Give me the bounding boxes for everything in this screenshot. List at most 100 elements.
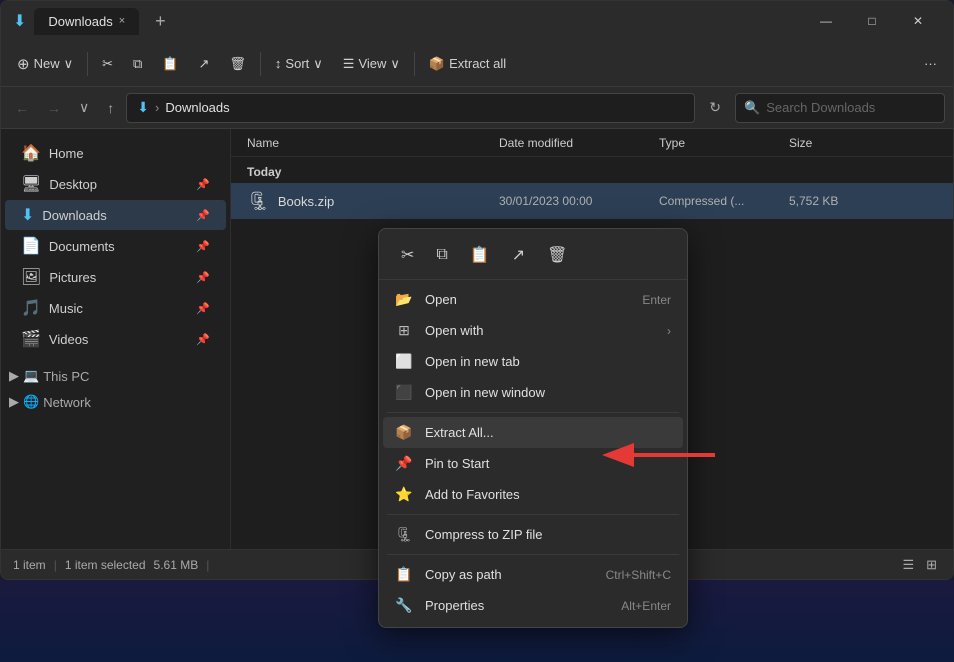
- view-arrow-icon: ∨: [390, 56, 400, 72]
- ctx-properties-icon: 🔧: [395, 597, 413, 614]
- more-options-button[interactable]: ···: [916, 51, 945, 76]
- share-button[interactable]: ↗: [191, 51, 218, 77]
- sidebar-item-videos[interactable]: 🎬 Videos 📌: [5, 324, 226, 354]
- file-date: 30/01/2023 00:00: [499, 194, 659, 208]
- sidebar-group-thispc[interactable]: ▶ 💻 This PC: [1, 363, 230, 389]
- sidebar-group-network[interactable]: ▶ 🌐 Network: [1, 389, 230, 415]
- close-button[interactable]: ✕: [895, 6, 941, 36]
- sort-button[interactable]: ↕ Sort ∨: [267, 51, 331, 77]
- context-menu-toolbar: ✂ ⧉ 📋 ↗ 🗑: [379, 235, 687, 280]
- sidebar-item-desktop[interactable]: 🖥 Desktop 📌: [5, 169, 226, 199]
- ctx-separator-1: [387, 412, 679, 413]
- new-button[interactable]: ⊕ New ∨: [9, 50, 81, 78]
- ctx-share-button[interactable]: ↗: [504, 241, 533, 269]
- view-icon: ☰: [343, 56, 355, 72]
- ctx-copy-button[interactable]: ⧉: [428, 242, 455, 268]
- tiles-view-button[interactable]: ⊞: [922, 555, 941, 575]
- copy-button[interactable]: ⧉: [125, 51, 150, 77]
- details-view-button[interactable]: ☰: [898, 555, 918, 575]
- title-bar: ⬇ Downloads × + — □ ✕: [1, 1, 953, 41]
- ctx-cut-button[interactable]: ✂: [393, 241, 422, 269]
- delete-button[interactable]: 🗑: [221, 51, 254, 77]
- extract-icon: 📦: [429, 56, 445, 72]
- ctx-separator-3: [387, 554, 679, 555]
- col-size-header[interactable]: Size: [789, 136, 869, 150]
- desktop-pin-icon: 📌: [196, 178, 210, 191]
- toolbar-separator-1: [87, 52, 88, 76]
- item-count: 1 item: [13, 558, 46, 572]
- table-row[interactable]: 🗜 Books.zip 30/01/2023 00:00 Compressed …: [231, 183, 953, 219]
- ctx-copy-path-item[interactable]: 📋 Copy as path Ctrl+Shift+C: [379, 559, 687, 590]
- refresh-button[interactable]: ↻: [701, 95, 729, 120]
- ctx-copy-path-label: Copy as path: [425, 567, 502, 582]
- downloads-icon: ⬇: [21, 205, 34, 225]
- col-date-header[interactable]: Date modified: [499, 136, 659, 150]
- ctx-properties-shortcut: Alt+Enter: [621, 599, 671, 613]
- sidebar-item-home[interactable]: 🏠 Home: [5, 138, 226, 168]
- network-label: Network: [43, 395, 91, 410]
- sidebar-item-downloads[interactable]: ⬇ Downloads 📌: [5, 200, 226, 230]
- videos-label: Videos: [49, 332, 89, 347]
- desktop-icon: 🖥: [21, 174, 41, 194]
- share-icon: ↗: [199, 56, 210, 72]
- sort-label: Sort: [285, 56, 309, 71]
- col-type-header[interactable]: Type: [659, 136, 789, 150]
- window-tab[interactable]: Downloads ×: [34, 8, 139, 35]
- ctx-delete-button[interactable]: 🗑: [539, 241, 575, 269]
- ctx-open-with-arrow-icon: ›: [667, 324, 671, 338]
- search-box[interactable]: 🔍 Search Downloads: [735, 93, 945, 123]
- file-type: Compressed (...: [659, 194, 789, 208]
- ctx-open-new-window-item[interactable]: ⬛ Open in new window: [379, 377, 687, 408]
- view-button[interactable]: ☰ View ∨: [335, 51, 408, 77]
- extract-all-button[interactable]: 📦 Extract all: [421, 51, 514, 77]
- path-label: Downloads: [165, 100, 229, 115]
- path-separator: ›: [155, 100, 159, 115]
- search-placeholder: Search Downloads: [766, 100, 875, 115]
- ctx-properties-item[interactable]: 🔧 Properties Alt+Enter: [379, 590, 687, 621]
- ctx-paste-button[interactable]: 📋: [462, 241, 498, 269]
- home-label: Home: [49, 146, 84, 161]
- pictures-icon: 🖼: [21, 267, 41, 287]
- cut-button[interactable]: ✂: [94, 51, 121, 77]
- ctx-open-new-window-label: Open in new window: [425, 385, 545, 400]
- ctx-open-shortcut: Enter: [642, 293, 671, 307]
- col-name-header[interactable]: Name: [239, 136, 499, 150]
- ctx-pin-start-icon: 📌: [395, 455, 413, 472]
- videos-icon: 🎬: [21, 329, 41, 349]
- ctx-copy-path-icon: 📋: [395, 566, 413, 583]
- ctx-compress-item[interactable]: 🗜 Compress to ZIP file: [379, 519, 687, 550]
- ctx-add-favorites-item[interactable]: ⭐ Add to Favorites: [379, 479, 687, 510]
- minimize-button[interactable]: —: [803, 6, 849, 36]
- ctx-open-with-item[interactable]: ⊞ Open with ›: [379, 315, 687, 346]
- sidebar-item-pictures[interactable]: 🖼 Pictures 📌: [5, 262, 226, 292]
- desktop-label: Desktop: [49, 177, 97, 192]
- copy-icon: ⧉: [133, 56, 142, 72]
- sidebar-item-documents[interactable]: 📄 Documents 📌: [5, 231, 226, 261]
- videos-pin-icon: 📌: [196, 333, 210, 346]
- maximize-button[interactable]: □: [849, 6, 895, 36]
- downloads-pin-icon: 📌: [196, 209, 210, 222]
- ctx-open-with-icon: ⊞: [395, 322, 413, 339]
- selected-count: 1 item selected: [65, 558, 146, 572]
- back-button[interactable]: ←: [9, 96, 35, 120]
- ctx-open-new-window-icon: ⬛: [395, 384, 413, 401]
- ctx-open-new-tab-item[interactable]: ⬜ Open in new tab: [379, 346, 687, 377]
- column-header: Name Date modified Type Size: [231, 129, 953, 157]
- ctx-add-favorites-label: Add to Favorites: [425, 487, 520, 502]
- new-arrow-icon: ∨: [64, 56, 74, 72]
- sidebar-item-music[interactable]: 🎵 Music 📌: [5, 293, 226, 323]
- tab-close-button[interactable]: ×: [119, 15, 125, 27]
- documents-label: Documents: [49, 239, 115, 254]
- address-path[interactable]: ⬇ › Downloads: [126, 93, 695, 123]
- dropdown-button[interactable]: ∨: [73, 95, 95, 120]
- delete-icon: 🗑: [229, 56, 246, 72]
- forward-button[interactable]: →: [41, 96, 67, 120]
- ctx-open-item[interactable]: 📂 Open Enter: [379, 284, 687, 315]
- ctx-separator-2: [387, 514, 679, 515]
- up-button[interactable]: ↑: [101, 96, 120, 120]
- paste-button[interactable]: 📋: [154, 51, 186, 77]
- music-icon: 🎵: [21, 298, 41, 318]
- search-icon: 🔍: [744, 100, 760, 116]
- new-tab-button[interactable]: +: [147, 11, 174, 32]
- home-icon: 🏠: [21, 143, 41, 163]
